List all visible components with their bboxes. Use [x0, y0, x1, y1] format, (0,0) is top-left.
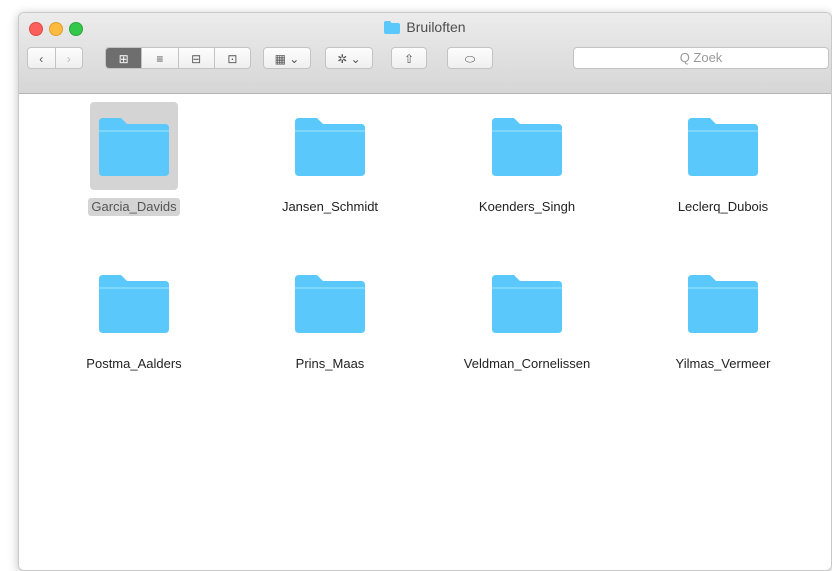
folder-name: Leclerq_Dubois: [677, 199, 769, 214]
folder-name: Koenders_Singh: [478, 199, 576, 214]
folder-icon: [295, 118, 365, 176]
view-mode-group: ⊞ ≡ ⊟ ⊡: [105, 47, 251, 69]
folder-icon: [492, 275, 562, 333]
folder-item[interactable]: Prins_Maas: [250, 259, 410, 373]
folder-icon-wrap[interactable]: [90, 102, 178, 190]
list-view-button[interactable]: ≡: [142, 48, 179, 68]
folder-icon-wrap[interactable]: [286, 102, 374, 190]
folder-item[interactable]: Koenders_Singh: [447, 102, 607, 216]
tag-button[interactable]: ⬭: [447, 47, 493, 69]
folder-item[interactable]: Leclerq_Dubois: [643, 102, 803, 216]
folder-icon: [492, 118, 562, 176]
folder-icon: [688, 275, 758, 333]
folder-icon: [688, 118, 758, 176]
folder-item[interactable]: Yilmas_Vermeer: [643, 259, 803, 373]
folder-icon: [99, 275, 169, 333]
folder-name: Veldman_Cornelissen: [463, 356, 591, 371]
folder-name: Yilmas_Vermeer: [675, 356, 771, 371]
folder-icon-wrap[interactable]: [90, 259, 178, 347]
folder-item[interactable]: Postma_Aalders: [54, 259, 214, 373]
folder-name: Jansen_Schmidt: [281, 199, 379, 214]
nav-buttons: ‹ ›: [27, 47, 83, 69]
folder-icon-wrap[interactable]: [483, 102, 571, 190]
folder-icon: [99, 118, 169, 176]
action-button[interactable]: ✲ ⌄: [325, 47, 373, 69]
folder-icon-wrap[interactable]: [483, 259, 571, 347]
coverflow-view-button[interactable]: ⊡: [215, 48, 250, 68]
forward-button[interactable]: ›: [56, 48, 83, 68]
folder-item[interactable]: Veldman_Cornelissen: [447, 259, 607, 373]
share-button[interactable]: ⇧: [391, 47, 427, 69]
folder-icon-wrap[interactable]: [679, 102, 767, 190]
folder-name: Postma_Aalders: [86, 356, 182, 371]
finder-window: Bruiloften ‹ › ⊞ ≡ ⊟ ⊡ ▦ ⌄ ✲ ⌄ ⇧ ⬭ Q Zoe…: [18, 12, 832, 571]
folder-icon: [295, 275, 365, 333]
title-bar: Bruiloften ‹ › ⊞ ≡ ⊟ ⊡ ▦ ⌄ ✲ ⌄ ⇧ ⬭ Q Zoe…: [19, 13, 831, 94]
window-title: Bruiloften: [19, 19, 831, 35]
column-view-button[interactable]: ⊟: [179, 48, 215, 68]
search-field[interactable]: Q Zoek: [573, 47, 829, 69]
folder-icon: [384, 21, 401, 34]
back-button[interactable]: ‹: [28, 48, 56, 68]
folder-name: Prins_Maas: [295, 356, 365, 371]
folder-item[interactable]: Jansen_Schmidt: [250, 102, 410, 216]
folder-item[interactable]: Garcia_Davids: [54, 102, 214, 216]
window-title-text: Bruiloften: [406, 19, 466, 35]
folder-icon-wrap[interactable]: [286, 259, 374, 347]
icon-view-button[interactable]: ⊞: [106, 48, 143, 68]
folder-name: Garcia_Davids: [88, 198, 180, 216]
file-icon-grid: Garcia_Davids Jansen_Schmidt Koenders_Sing…: [19, 94, 831, 570]
toolbar: ‹ › ⊞ ≡ ⊟ ⊡ ▦ ⌄ ✲ ⌄ ⇧ ⬭ Q Zoek: [19, 47, 831, 77]
folder-icon-wrap[interactable]: [679, 259, 767, 347]
arrange-button[interactable]: ▦ ⌄: [263, 47, 311, 69]
